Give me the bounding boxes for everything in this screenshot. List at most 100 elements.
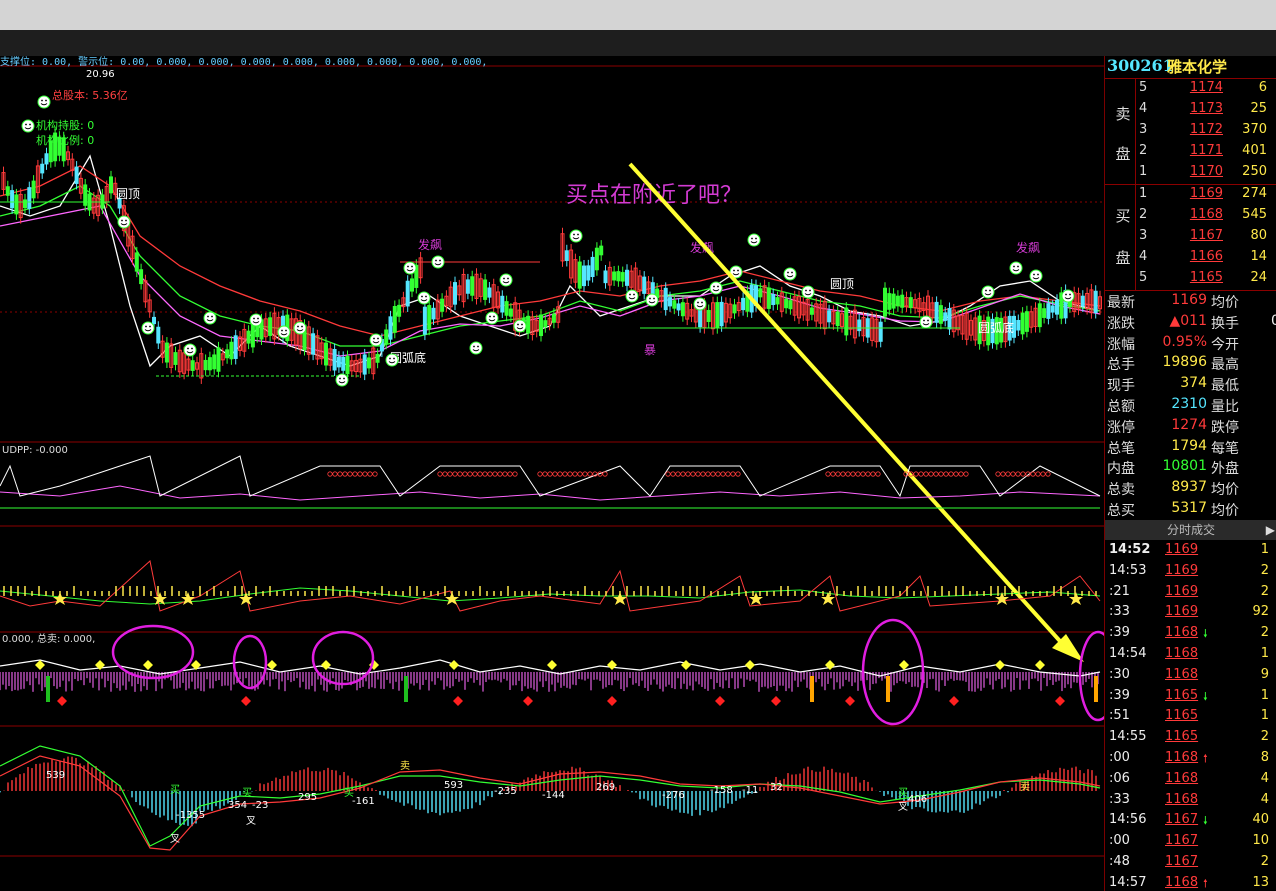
quote-key-2: 今开	[1211, 336, 1239, 353]
buy-row[interactable]: 2 1168 545	[1105, 207, 1276, 228]
svg-text:买: 买	[898, 787, 908, 799]
buy-price: 1165	[1189, 270, 1223, 285]
quote-value: 0.95%	[1162, 333, 1207, 350]
svg-text:卖: 卖	[400, 760, 410, 772]
quote-key-2: 均价	[1211, 503, 1239, 519]
svg-text:叉: 叉	[898, 801, 908, 813]
sell-price: 1173	[1189, 101, 1223, 116]
quote-row: 总额 2310 量比	[1105, 396, 1276, 417]
svg-text:-144: -144	[542, 790, 565, 801]
buy-row[interactable]: 3 1167 80	[1105, 228, 1276, 249]
sell-row[interactable]: 3 1172 370	[1105, 122, 1276, 143]
sell-level: 5	[1139, 80, 1148, 95]
svg-text:-161: -161	[352, 796, 375, 807]
tick-time: 14:53	[1109, 562, 1147, 578]
tick-row: :48 1167 2	[1105, 854, 1276, 875]
svg-text:圆顶: 圆顶	[830, 277, 854, 291]
quote-row: 涨幅 0.95% 今开	[1105, 334, 1276, 355]
tick-time: :00	[1109, 750, 1130, 765]
tick-price: 1167	[1165, 812, 1199, 828]
buy-volume: 274	[1242, 186, 1267, 201]
tick-volume: 4	[1260, 770, 1269, 786]
svg-text:-235: -235	[494, 786, 517, 797]
sell-row[interactable]: 5 1174 6	[1105, 80, 1276, 101]
svg-text:406: 406	[908, 794, 927, 805]
tick-price: 1169	[1165, 583, 1199, 599]
stock-code: 300261	[1107, 56, 1174, 75]
expand-icon[interactable]: ▶	[1266, 520, 1275, 540]
quote-key: 涨停	[1107, 419, 1135, 436]
stock-name: 雅本化学	[1167, 58, 1228, 76]
quote-key-2: 均价	[1211, 295, 1239, 311]
tick-volume: 2	[1260, 625, 1269, 641]
tick-price: 1168	[1165, 791, 1199, 807]
sell-row[interactable]: 4 1173 25	[1105, 101, 1276, 122]
quote-row: 总笔 1794 每笔	[1105, 438, 1276, 459]
tick-volume: 10	[1252, 833, 1269, 849]
tick-volume: 9	[1260, 666, 1269, 682]
tick-price: 1168	[1165, 666, 1199, 682]
sell-row[interactable]: 1 1170 250	[1105, 164, 1276, 185]
buy-book: 买 盘 1 1169 274 2 1168 545 3 1167 80 4 1166 14 5 1165 2…	[1105, 184, 1276, 291]
quote-key: 总卖	[1107, 482, 1135, 499]
tick-time: :00	[1109, 833, 1130, 849]
quote-key: 总额	[1107, 399, 1135, 415]
buy-row[interactable]: 5 1165 24	[1105, 270, 1276, 291]
sell-volume: 25	[1250, 101, 1267, 116]
quote-value: ▲011	[1169, 312, 1208, 329]
sell-level: 3	[1139, 122, 1148, 137]
quote-panel: 300261 雅本化学 卖 盘 5 1174 6 4 1173 25 3 1172 370 2 11…	[1104, 56, 1276, 891]
quote-row: 最新 1169 均价	[1105, 292, 1276, 313]
chart-area[interactable]: 支撑位: 0.00, 警示位: 0.00, 0.000, 0.000, 0.00…	[0, 56, 1104, 891]
tick-time: 14:55	[1109, 729, 1147, 745]
tick-price: 1168	[1165, 770, 1199, 786]
tick-row: 14:57 1168 🠕 13	[1105, 875, 1276, 891]
tick-time: 14:52	[1109, 542, 1151, 557]
quote-value: 2310	[1171, 396, 1207, 412]
quote-value: 1274	[1171, 416, 1207, 433]
down-arrow-icon: 🠗	[1203, 627, 1208, 641]
quote-key-2: 外盘	[1211, 461, 1239, 478]
tick-price: 1167	[1165, 833, 1199, 849]
svg-text:叉: 叉	[170, 833, 180, 845]
buy-row[interactable]: 4 1166 14	[1105, 249, 1276, 270]
quote-row: 总卖 8937 均价	[1105, 479, 1276, 500]
tick-row: :39 1165 🠗 1	[1105, 688, 1276, 709]
moving-average-lines	[0, 154, 1101, 368]
quote-key: 总笔	[1107, 440, 1135, 457]
sell-price: 1171	[1189, 143, 1223, 158]
tick-volume: 2	[1260, 583, 1269, 599]
quote-value: 10801	[1162, 458, 1207, 475]
sell-row[interactable]: 2 1171 401	[1105, 143, 1276, 164]
svg-text:354: 354	[228, 800, 247, 811]
tick-time: 14:57	[1109, 874, 1147, 890]
tick-time: :39	[1109, 625, 1130, 641]
ticks-header[interactable]: 分时成交 ▶	[1105, 520, 1276, 540]
tick-volume: 2	[1260, 854, 1269, 869]
sell-price: 1172	[1189, 122, 1223, 137]
ticks-header-label: 分时成交	[1166, 523, 1215, 537]
tick-volume: 1	[1260, 708, 1269, 724]
tick-row: :51 1165 1	[1105, 708, 1276, 729]
svg-text:-11: -11	[742, 785, 758, 796]
buy-level: 3	[1139, 228, 1148, 243]
svg-text:买: 买	[170, 784, 180, 796]
buy-volume: 545	[1242, 207, 1267, 222]
tick-volume: 1	[1260, 646, 1269, 661]
svg-text:-1355: -1355	[176, 810, 205, 821]
quote-value: 1794	[1171, 437, 1207, 454]
quote-key-2: 量比	[1211, 399, 1239, 415]
tick-row: :21 1169 2	[1105, 584, 1276, 605]
svg-text:269: 269	[596, 782, 615, 793]
buy-row[interactable]: 1 1169 274	[1105, 186, 1276, 207]
udpp-header: UDPP: -0.000	[2, 445, 68, 456]
tick-time: :33	[1109, 604, 1130, 620]
tick-time: :21	[1109, 583, 1130, 599]
quote-key: 现手	[1107, 378, 1135, 395]
buy-level: 2	[1139, 207, 1148, 222]
udpp-markers	[327, 471, 1051, 477]
buy-price: 1166	[1189, 249, 1223, 264]
sell-price: 1174	[1189, 80, 1223, 95]
quote-row: 涨跌 ▲011换手 0.	[1105, 313, 1276, 334]
tick-volume: 8	[1260, 750, 1269, 765]
